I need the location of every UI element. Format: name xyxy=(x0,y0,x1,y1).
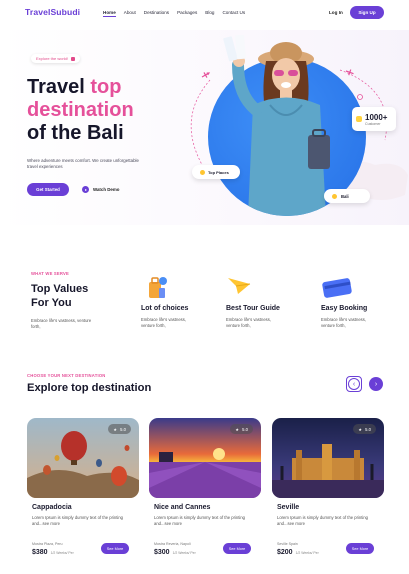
bali-label: Bali xyxy=(341,193,349,199)
customers-count: 1000+ xyxy=(365,112,388,122)
signup-button[interactable]: Sign Up xyxy=(350,6,384,19)
watch-demo-button[interactable]: Watch Demo xyxy=(82,186,119,193)
price-note: 1/2 Weeks/ Per xyxy=(172,551,196,555)
hero-description: Where adventure meets comfort. We create… xyxy=(27,158,139,170)
hero-title-line2: destination xyxy=(27,99,134,121)
hero-title: Travel top destination of the Bali xyxy=(27,76,134,145)
card-image: ★ 5.0 xyxy=(272,418,384,498)
rating-badge: ★ 5.0 xyxy=(108,424,131,434)
chevron-right-icon: › xyxy=(374,380,378,388)
price-note: 1/2 Weeks/ Per xyxy=(50,551,74,555)
explore-eyebrow: CHOOSE YOUR NEXT DESTINATION xyxy=(27,373,106,378)
bali-badge[interactable]: Bali xyxy=(324,189,370,203)
card-description: Lorem Ipsum is simply dummy text of the … xyxy=(277,515,368,526)
get-started-button[interactable]: Get Started xyxy=(27,183,69,196)
feature-description: Embrace life's vastness, venture forth, xyxy=(226,317,272,328)
explore-title: Explore top destination xyxy=(27,382,152,394)
see-more-button[interactable]: See More xyxy=(223,543,251,554)
hero-title-highlight: top xyxy=(90,76,122,98)
feature-title: Easy Booking xyxy=(321,305,368,312)
chevron-left-icon: ‹ xyxy=(348,378,360,390)
page: TravelSubudi Home About Destinations Pac… xyxy=(0,0,409,574)
price-note: 1/2 Weeks/ Per xyxy=(295,551,319,555)
nav-about[interactable]: About xyxy=(124,10,136,17)
feature-title: Best Tour Guide xyxy=(226,305,280,312)
customers-label: Customer xyxy=(365,121,381,126)
values-title-line2: For You xyxy=(31,297,72,309)
card-price: $300 1/2 Weeks/ Per xyxy=(154,549,196,556)
nav-packages[interactable]: Packages xyxy=(177,10,197,17)
destination-card-cappadocia[interactable]: ★ 5.0 Cappadocia Lorem Ipsum is simply du… xyxy=(27,418,139,564)
feature-lot-of-choices: Lot of choices Embrace life's vastness, … xyxy=(141,272,211,329)
see-more-button[interactable]: See More xyxy=(346,543,374,554)
customers-badge: 1000+ Customer xyxy=(352,107,396,131)
top-navbar: TravelSubudi Home About Destinations Pac… xyxy=(0,0,409,26)
credit-card-icon xyxy=(321,272,391,302)
nav-links: Home About Destinations Packages Blog Co… xyxy=(103,10,245,17)
card-location: Mostra Reveria, Napoli xyxy=(154,542,191,546)
top-places-badge[interactable]: Top Places xyxy=(192,165,240,179)
card-title: Nice and Cannes xyxy=(154,504,211,511)
explore-pill: Explore the world! xyxy=(31,54,81,63)
star-icon: ★ xyxy=(113,426,118,432)
nav-destinations[interactable]: Destinations xyxy=(144,10,169,17)
rating-value: 5.0 xyxy=(365,426,371,432)
pin-icon xyxy=(200,169,205,175)
pin-icon xyxy=(332,193,337,199)
bag-icon xyxy=(71,56,76,61)
card-image: ★ 5.0 xyxy=(27,418,139,498)
card-price: $380 1/2 Weeks/ Per xyxy=(32,549,74,556)
feature-best-tour-guide: Best Tour Guide Embrace life's vastness,… xyxy=(226,272,296,329)
paper-plane-icon xyxy=(226,272,296,302)
nav-blog[interactable]: Blog xyxy=(205,10,214,17)
card-location: Seville Spain xyxy=(277,542,298,546)
values-title-line1: Top Values xyxy=(31,283,89,295)
explore-pill-text: Explore the world! xyxy=(36,56,69,61)
card-description: Lorem Ipsum is simply dummy text of the … xyxy=(154,515,245,526)
rating-badge: ★ 5.0 xyxy=(230,424,253,434)
card-title: Seville xyxy=(277,504,300,511)
rating-value: 5.0 xyxy=(120,426,126,432)
play-icon xyxy=(82,186,89,193)
card-image: ★ 5.0 xyxy=(149,418,261,498)
values-eyebrow: WHAT WE SERVE xyxy=(31,271,70,276)
star-icon: ★ xyxy=(358,426,363,432)
rating-badge: ★ 5.0 xyxy=(353,424,376,434)
rating-value: 5.0 xyxy=(242,426,248,432)
values-description: Embrace life's vastness, venture forth, xyxy=(31,318,92,329)
top-places-label: Top Places xyxy=(208,169,229,175)
carousel-next-button[interactable]: › xyxy=(369,377,383,391)
nav-home[interactable]: Home xyxy=(103,10,116,17)
watch-demo-label: Watch Demo xyxy=(93,187,120,192)
feature-description: Embrace life's vastness, venture forth, xyxy=(321,317,367,328)
price-value: $380 xyxy=(32,549,48,556)
logo[interactable]: TravelSubudi xyxy=(25,7,80,17)
carousel-prev-button[interactable]: ‹ xyxy=(346,376,362,392)
card-location: Mostra Plaza, Peru xyxy=(32,542,63,546)
card-description: Lorem Ipsum is simply dummy text of the … xyxy=(32,515,123,526)
feature-title: Lot of choices xyxy=(141,305,189,312)
login-link[interactable]: Log In xyxy=(329,10,343,15)
feature-easy-booking: Easy Booking Embrace life's vastness, ve… xyxy=(321,272,391,329)
feature-description: Embrace life's vastness, venture forth, xyxy=(141,317,187,328)
customers-icon xyxy=(356,116,362,122)
card-price: $200 1/2 Weeks/ Per xyxy=(277,549,319,556)
values-title: Top Values For You xyxy=(31,282,88,310)
hero-title-line3: of the Bali xyxy=(27,122,124,144)
see-more-button[interactable]: See More xyxy=(101,543,129,554)
hero-title-part: Travel xyxy=(27,76,91,98)
price-value: $300 xyxy=(154,549,170,556)
star-icon: ★ xyxy=(235,426,240,432)
price-value: $200 xyxy=(277,549,293,556)
card-title: Cappadocia xyxy=(32,504,72,511)
destination-card-nice-and-cannes[interactable]: ★ 5.0 Nice and Cannes Lorem Ipsum is simp… xyxy=(149,418,261,564)
destination-card-seville[interactable]: ★ 5.0 Seville Lorem Ipsum is simply dummy… xyxy=(272,418,384,564)
nav-contact[interactable]: Contact Us xyxy=(222,10,245,17)
suitcase-icon xyxy=(141,272,211,302)
